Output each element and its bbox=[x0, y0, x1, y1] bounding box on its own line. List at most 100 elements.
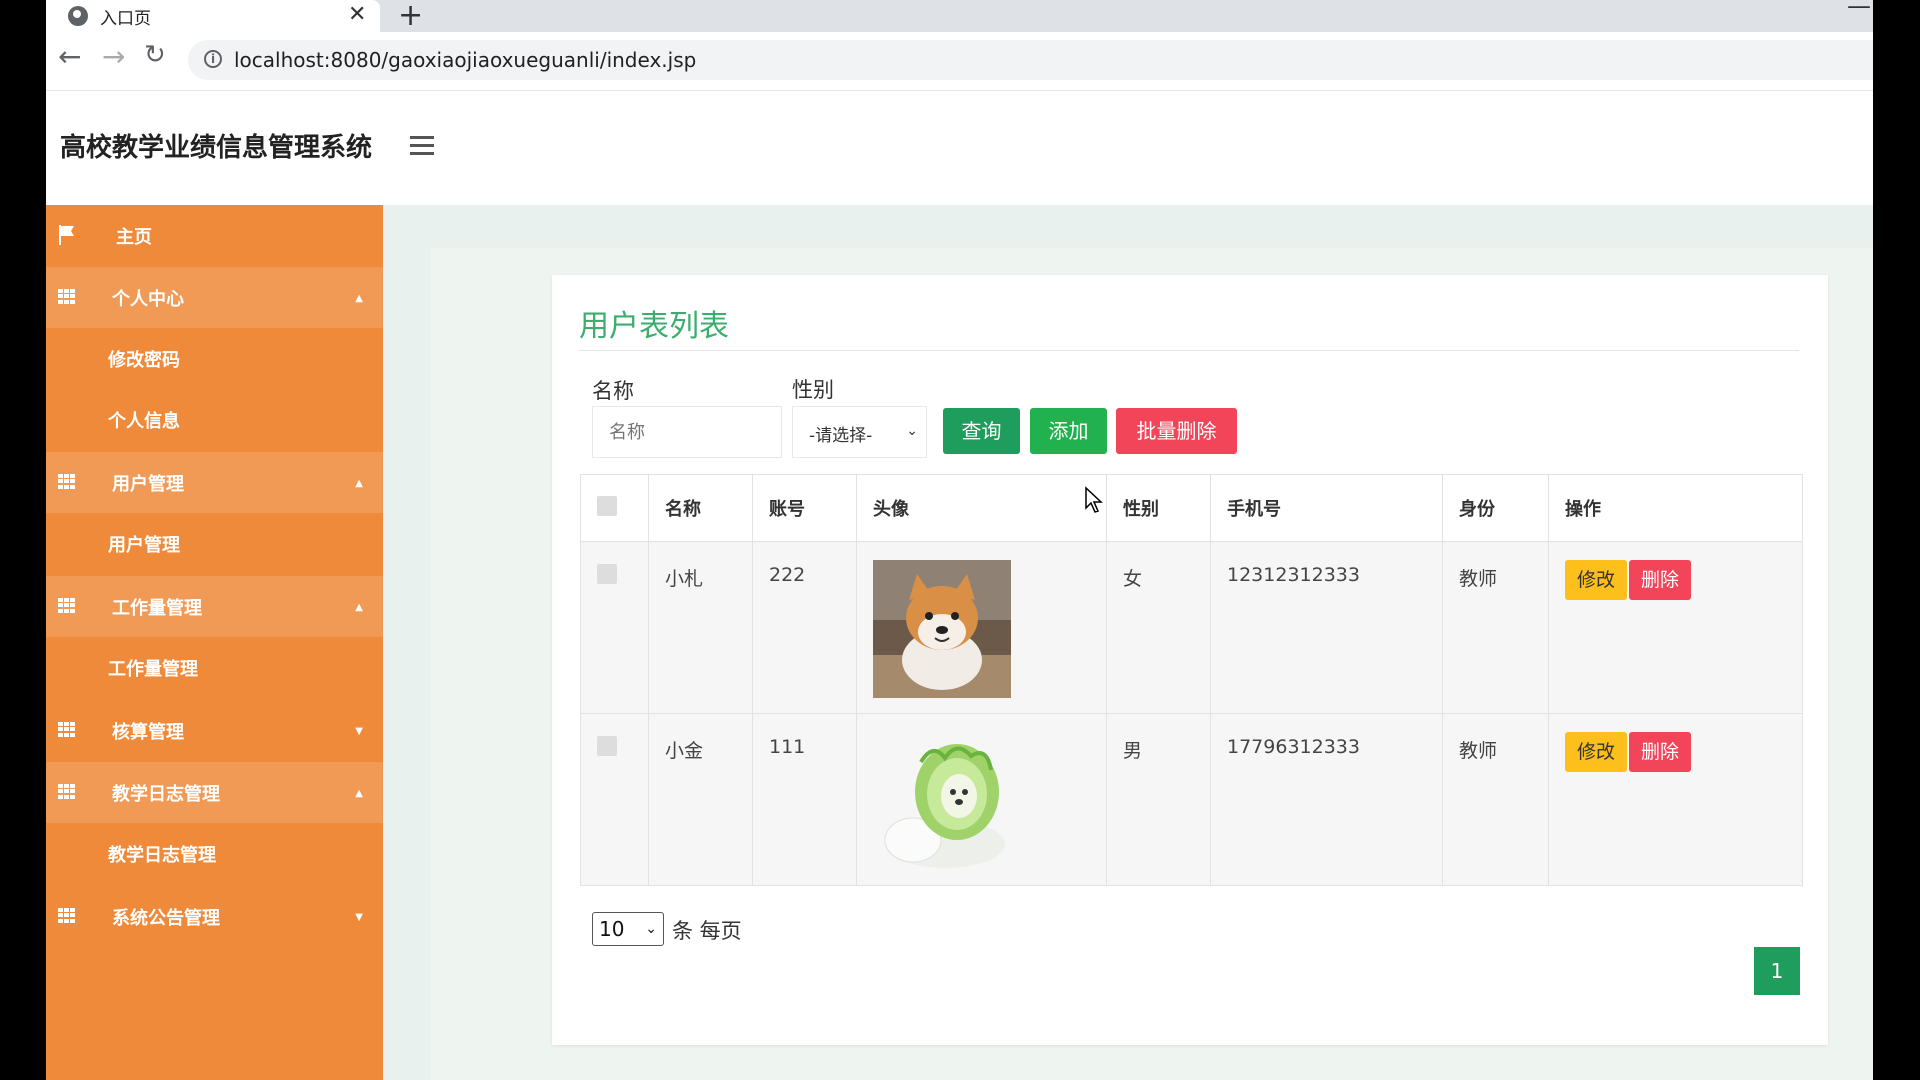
gender-select[interactable]: -请选择- ⌄ bbox=[792, 406, 927, 458]
cell-role: 教师 bbox=[1442, 713, 1549, 886]
sidebar-item-users[interactable]: 用户管理 bbox=[46, 513, 383, 574]
sidebar-item-teaching-log[interactable]: 教学日志管理 bbox=[46, 823, 383, 884]
user-list-card: 用户表列表 名称 性别 -请选择- ⌄ 查询 添加 批量删除 名称 账号 头像 … bbox=[552, 275, 1828, 1045]
caret-up-icon: ▲ bbox=[355, 788, 363, 799]
cell-phone: 12312312333 bbox=[1210, 541, 1443, 714]
browser-tab[interactable]: 入口页 ✕ bbox=[46, 0, 380, 32]
grid-icon bbox=[58, 784, 76, 799]
column-header[interactable]: 身份 bbox=[1442, 474, 1549, 542]
cell-avatar bbox=[856, 713, 1107, 886]
sidebar: 主页 个人中心 ▲ 修改密码 个人信息 用户管理 ▲ 用户管理 工作量管理 ▲ … bbox=[46, 205, 383, 1080]
sidebar-item-label: 个人信息 bbox=[108, 411, 180, 432]
page-size-select[interactable]: 10 ⌄ bbox=[592, 912, 664, 946]
caret-down-icon: ▼ bbox=[355, 912, 363, 923]
chevron-down-icon: ⌄ bbox=[645, 921, 657, 937]
sidebar-item-label: 工作量管理 bbox=[112, 598, 202, 619]
caret-up-icon: ▲ bbox=[355, 293, 363, 304]
sidebar-item-label: 教学日志管理 bbox=[108, 845, 216, 866]
row-checkbox[interactable] bbox=[597, 736, 617, 756]
sidebar-group-accounting[interactable]: 核算管理 ▼ bbox=[46, 700, 383, 761]
sidebar-item-label: 用户管理 bbox=[112, 474, 184, 495]
per-page-label: 条 每页 bbox=[672, 919, 742, 943]
page-title: 用户表列表 bbox=[579, 309, 729, 344]
reload-icon[interactable]: ↻ bbox=[144, 40, 166, 70]
sidebar-item-change-password[interactable]: 修改密码 bbox=[46, 328, 383, 389]
grid-icon bbox=[58, 289, 76, 304]
cell-phone: 17796312333 bbox=[1210, 713, 1443, 886]
caret-down-icon: ▼ bbox=[355, 726, 363, 737]
flag-icon bbox=[59, 225, 74, 245]
sidebar-group-announcements[interactable]: 系统公告管理 ▼ bbox=[46, 886, 383, 947]
table-row: 小金 111 男 17796312333 教师 修改 删除 bbox=[580, 713, 1803, 886]
tab-title: 入口页 bbox=[100, 9, 151, 29]
select-all-cell bbox=[580, 474, 649, 542]
chevron-down-icon: ⌄ bbox=[906, 423, 918, 439]
edit-button[interactable]: 修改 bbox=[1565, 560, 1628, 600]
cell-account: 222 bbox=[752, 541, 857, 714]
sidebar-item-label: 工作量管理 bbox=[108, 659, 198, 680]
column-header: 操作 bbox=[1548, 474, 1803, 542]
cabbage-dog-image bbox=[873, 732, 1011, 870]
name-search-input[interactable] bbox=[592, 406, 782, 458]
back-arrow-icon[interactable]: ← bbox=[58, 40, 81, 73]
url-field[interactable]: i localhost:8080/gaoxiaojiaoxueguanli/in… bbox=[188, 40, 1873, 80]
gender-filter-label: 性别 bbox=[792, 378, 834, 402]
shiba-dog-photo bbox=[873, 560, 1011, 698]
cell-gender: 男 bbox=[1106, 713, 1211, 886]
row-select-cell bbox=[580, 713, 649, 886]
cell-gender: 女 bbox=[1106, 541, 1211, 714]
sidebar-item-label: 用户管理 bbox=[108, 535, 180, 556]
browser-window: 入口页 ✕ + — ← → ↻ i localhost:8080/gaoxiao… bbox=[46, 0, 1873, 1080]
globe-icon bbox=[68, 6, 88, 26]
row-checkbox[interactable] bbox=[597, 564, 617, 584]
sidebar-item-label: 个人中心 bbox=[112, 289, 184, 310]
pagination-page-button[interactable]: 1 bbox=[1754, 947, 1800, 995]
query-button[interactable]: 查询 bbox=[943, 408, 1020, 454]
cell-actions: 修改 删除 bbox=[1548, 713, 1803, 886]
delete-button[interactable]: 删除 bbox=[1629, 560, 1692, 600]
sidebar-group-teaching-log[interactable]: 教学日志管理 ▲ bbox=[46, 762, 383, 823]
close-icon[interactable]: ✕ bbox=[348, 2, 366, 27]
select-all-checkbox[interactable] bbox=[597, 495, 617, 516]
add-button[interactable]: 添加 bbox=[1030, 408, 1107, 454]
address-bar: ← → ↻ i localhost:8080/gaoxiaojiaoxuegua… bbox=[46, 32, 1873, 91]
caret-up-icon: ▲ bbox=[355, 478, 363, 489]
column-header[interactable]: 名称 bbox=[648, 474, 753, 542]
sidebar-group-workload[interactable]: 工作量管理 ▲ bbox=[46, 576, 383, 637]
sidebar-item-workload[interactable]: 工作量管理 bbox=[46, 637, 383, 698]
column-header[interactable]: 账号 bbox=[752, 474, 857, 542]
column-header[interactable]: 手机号 bbox=[1210, 474, 1443, 542]
gender-select-value: -请选择- bbox=[809, 426, 873, 446]
minimize-button[interactable]: — bbox=[1847, 0, 1871, 20]
cell-name: 小札 bbox=[648, 541, 753, 714]
column-header[interactable]: 性别 bbox=[1106, 474, 1211, 542]
sidebar-item-profile[interactable]: 个人信息 bbox=[46, 389, 383, 450]
menu-toggle-icon[interactable] bbox=[410, 136, 434, 160]
cell-role: 教师 bbox=[1442, 541, 1549, 714]
grid-icon bbox=[58, 908, 76, 923]
info-icon[interactable]: i bbox=[204, 50, 222, 68]
grid-icon bbox=[58, 474, 76, 489]
cell-actions: 修改 删除 bbox=[1548, 541, 1803, 714]
sidebar-item-label: 主页 bbox=[116, 227, 152, 248]
sidebar-item-home[interactable]: 主页 bbox=[46, 205, 383, 266]
user-table: 名称 账号 头像 性别 手机号 身份 操作 小札 222 女 123123123… bbox=[580, 474, 1803, 886]
new-tab-button[interactable]: + bbox=[398, 0, 423, 33]
column-header[interactable]: 头像 bbox=[856, 474, 1107, 542]
edit-button[interactable]: 修改 bbox=[1565, 732, 1628, 772]
cell-avatar bbox=[856, 541, 1107, 714]
browser-tabstrip: 入口页 ✕ + — bbox=[46, 0, 1873, 33]
url-text: localhost:8080/gaoxiaojiaoxueguanli/inde… bbox=[234, 48, 697, 72]
grid-icon bbox=[58, 722, 76, 737]
row-select-cell bbox=[580, 541, 649, 714]
grid-icon bbox=[58, 598, 76, 613]
delete-button[interactable]: 删除 bbox=[1629, 732, 1692, 772]
cell-account: 111 bbox=[752, 713, 857, 886]
sidebar-group-users[interactable]: 用户管理 ▲ bbox=[46, 452, 383, 513]
name-filter-label: 名称 bbox=[592, 379, 634, 403]
forward-arrow-icon[interactable]: → bbox=[102, 40, 125, 73]
sidebar-item-label: 系统公告管理 bbox=[112, 908, 220, 929]
table-row: 小札 222 女 12312312333 教师 修改 删除 bbox=[580, 541, 1803, 714]
bulk-delete-button[interactable]: 批量删除 bbox=[1116, 408, 1237, 454]
sidebar-group-personal[interactable]: 个人中心 ▲ bbox=[46, 267, 383, 328]
